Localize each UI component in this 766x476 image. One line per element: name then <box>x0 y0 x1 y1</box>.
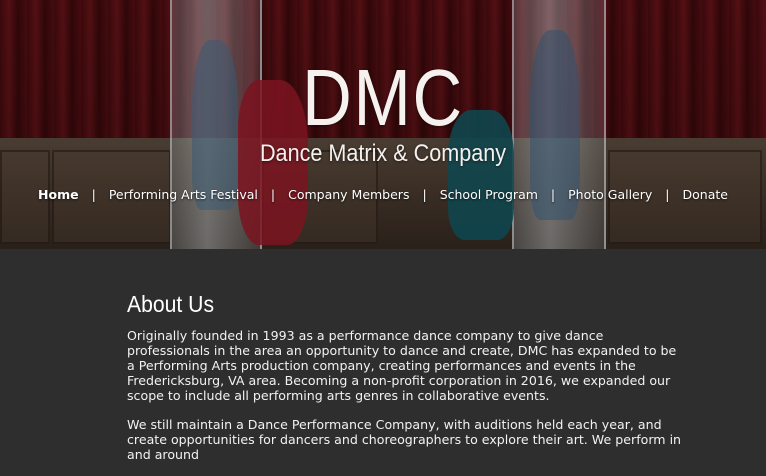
site-logo-subtitle: Dance Matrix & Company <box>259 140 507 167</box>
nav-photo-gallery[interactable]: Photo Gallery <box>568 187 652 202</box>
about-paragraph: Originally founded in 1993 as a performa… <box>127 328 677 403</box>
nav-separator: | <box>550 187 556 202</box>
nav-separator: | <box>665 187 670 202</box>
about-paragraph: We still maintain a Dance Performance Co… <box>127 417 682 462</box>
nav-separator: | <box>422 187 427 202</box>
hero-banner: DMC Dance Matrix & Company Home | Perfor… <box>0 0 766 249</box>
nav-performing-arts-festival[interactable]: Performing Arts Festival <box>109 187 258 202</box>
nav-separator: | <box>91 187 96 202</box>
main-navigation: Home | Performing Arts Festival | Compan… <box>0 187 766 202</box>
nav-separator: | <box>270 187 276 202</box>
nav-school-program[interactable]: School Program <box>440 187 538 202</box>
nav-company-members[interactable]: Company Members <box>288 187 409 202</box>
nav-home[interactable]: Home <box>38 187 79 202</box>
nav-donate[interactable]: Donate <box>683 187 728 202</box>
about-heading: About Us <box>127 291 215 317</box>
site-logo-title[interactable]: DMC <box>54 58 713 138</box>
about-section: About Us Originally founded in 1993 as a… <box>127 290 687 476</box>
